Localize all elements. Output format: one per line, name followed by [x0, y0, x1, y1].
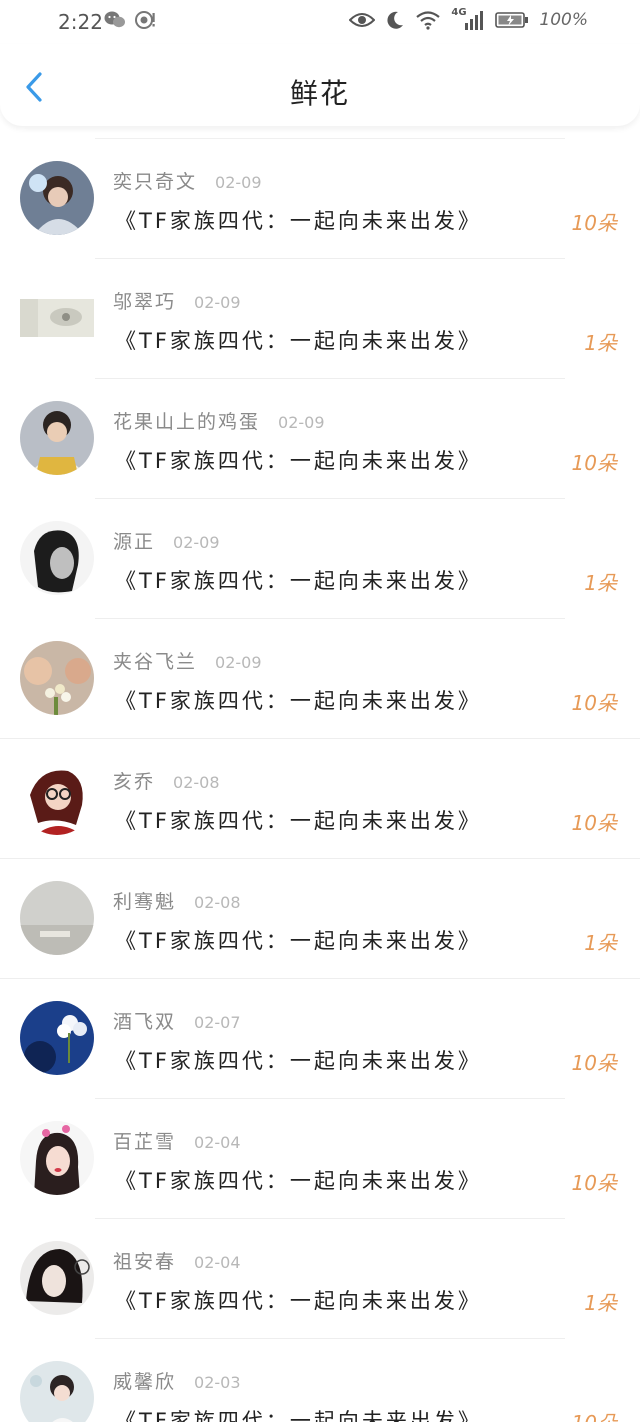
list-top-divider — [95, 126, 565, 139]
battery-icon — [495, 12, 529, 28]
gift-date: 02-08 — [173, 773, 220, 792]
flower-count: 10朵 — [571, 211, 617, 235]
avatar[interactable] — [20, 401, 94, 475]
gift-date: 02-09 — [194, 293, 241, 312]
list-item[interactable]: 奕只奇文 02-09 《TF家族四代：一起向未来出发》 10朵 — [0, 139, 640, 259]
flower-count: 1朵 — [584, 931, 617, 955]
gift-date: 02-09 — [215, 653, 262, 672]
cell-signal-icon: 4G — [451, 7, 485, 31]
avatar[interactable] — [20, 1121, 94, 1195]
user-name[interactable]: 夹谷飞兰 — [113, 647, 197, 674]
gift-date: 02-03 — [194, 1373, 241, 1392]
gift-date: 02-09 — [173, 533, 220, 552]
avatar[interactable] — [20, 521, 94, 595]
list-item[interactable]: 源正 02-09 《TF家族四代：一起向未来出发》 1朵 — [0, 499, 640, 619]
avatar[interactable] — [20, 881, 94, 955]
list-item[interactable]: 百芷雪 02-04 《TF家族四代：一起向未来出发》 10朵 — [0, 1099, 640, 1219]
book-title[interactable]: 《TF家族四代：一起向未来出发》 — [115, 445, 482, 475]
flower-count: 10朵 — [571, 1051, 617, 1075]
list-item[interactable]: 邬翠巧 02-09 《TF家族四代：一起向未来出发》 1朵 — [0, 259, 640, 379]
list-item[interactable]: 酒飞双 02-07 《TF家族四代：一起向未来出发》 10朵 — [0, 979, 640, 1099]
list-item[interactable]: 祖安春 02-04 《TF家族四代：一起向未来出发》 1朵 — [0, 1219, 640, 1339]
avatar[interactable] — [20, 761, 94, 835]
flower-gift-list: 奕只奇文 02-09 《TF家族四代：一起向未来出发》 10朵 邬翠巧 02-0… — [0, 126, 640, 1422]
avatar[interactable] — [20, 1361, 94, 1422]
book-title[interactable]: 《TF家族四代：一起向未来出发》 — [115, 925, 482, 955]
status-time: 2:22 — [58, 10, 103, 34]
gift-date: 02-09 — [215, 173, 262, 192]
gift-date: 02-04 — [194, 1253, 241, 1272]
page-title: 鲜花 — [289, 77, 350, 110]
list-item[interactable]: 花果山上的鸡蛋 02-09 《TF家族四代：一起向未来出发》 10朵 — [0, 379, 640, 499]
flower-count: 10朵 — [571, 811, 617, 835]
flower-count: 10朵 — [571, 451, 617, 475]
gift-date: 02-07 — [194, 1013, 241, 1032]
moon-icon — [387, 11, 404, 29]
book-title[interactable]: 《TF家族四代：一起向未来出发》 — [115, 325, 482, 355]
status-bar: 2:22 4G 100% — [0, 0, 640, 44]
wechat-icon — [104, 11, 125, 28]
avatar[interactable] — [20, 299, 94, 337]
book-title[interactable]: 《TF家族四代：一起向未来出发》 — [115, 685, 482, 715]
gift-date: 02-08 — [194, 893, 241, 912]
avatar[interactable] — [20, 1241, 94, 1315]
battery-percent: 100% — [539, 10, 588, 30]
flower-count: 1朵 — [584, 571, 617, 595]
status-notification-icons — [104, 10, 156, 30]
user-name[interactable]: 奕只奇文 — [113, 167, 197, 194]
book-title[interactable]: 《TF家族四代：一起向未来出发》 — [115, 1405, 482, 1422]
book-title[interactable]: 《TF家族四代：一起向未来出发》 — [115, 565, 482, 595]
list-item[interactable]: 夹谷飞兰 02-09 《TF家族四代：一起向未来出发》 10朵 — [0, 619, 640, 739]
wifi-icon — [416, 11, 441, 30]
flower-count: 10朵 — [571, 1171, 617, 1195]
user-name[interactable]: 花果山上的鸡蛋 — [113, 407, 260, 434]
avatar[interactable] — [20, 161, 94, 235]
list-item[interactable]: 威馨欣 02-03 《TF家族四代：一起向未来出发》 10朵 — [0, 1339, 640, 1422]
flower-count: 10朵 — [572, 1407, 617, 1422]
list-item[interactable]: 利骞魁 02-08 《TF家族四代：一起向未来出发》 1朵 — [0, 859, 640, 979]
list-item[interactable]: 亥乔 02-08 《TF家族四代：一起向未来出发》 10朵 — [0, 739, 640, 859]
status-right-icons: 4G 100% — [349, 7, 588, 31]
book-title[interactable]: 《TF家族四代：一起向未来出发》 — [115, 1165, 482, 1195]
flowers-page: 2:22 4G 100% 鲜花 奕只奇文 02-09 《TF家族四代：一起向未来… — [0, 0, 640, 1422]
book-title[interactable]: 《TF家族四代：一起向未来出发》 — [115, 205, 482, 235]
title-bar: 鲜花 — [0, 44, 640, 126]
flower-count: 1朵 — [584, 331, 617, 355]
eye-icon — [349, 13, 376, 27]
gift-date: 02-04 — [194, 1133, 241, 1152]
book-title[interactable]: 《TF家族四代：一起向未来出发》 — [115, 1045, 482, 1075]
book-title[interactable]: 《TF家族四代：一起向未来出发》 — [115, 805, 482, 835]
target-icon — [135, 11, 155, 29]
gift-date: 02-09 — [278, 413, 325, 432]
user-name[interactable]: 利骞魁 — [113, 887, 176, 914]
avatar[interactable] — [20, 1001, 94, 1075]
user-name[interactable]: 邬翠巧 — [113, 287, 176, 314]
avatar[interactable] — [20, 641, 94, 715]
user-name[interactable]: 酒飞双 — [113, 1007, 176, 1034]
user-name[interactable]: 威馨欣 — [113, 1367, 176, 1394]
user-name[interactable]: 百芷雪 — [113, 1127, 176, 1154]
flower-count: 1朵 — [584, 1291, 617, 1315]
user-name[interactable]: 亥乔 — [113, 767, 155, 794]
user-name[interactable]: 源正 — [113, 527, 155, 554]
user-name[interactable]: 祖安春 — [113, 1247, 176, 1274]
book-title[interactable]: 《TF家族四代：一起向未来出发》 — [115, 1285, 482, 1315]
flower-count: 10朵 — [571, 691, 617, 715]
